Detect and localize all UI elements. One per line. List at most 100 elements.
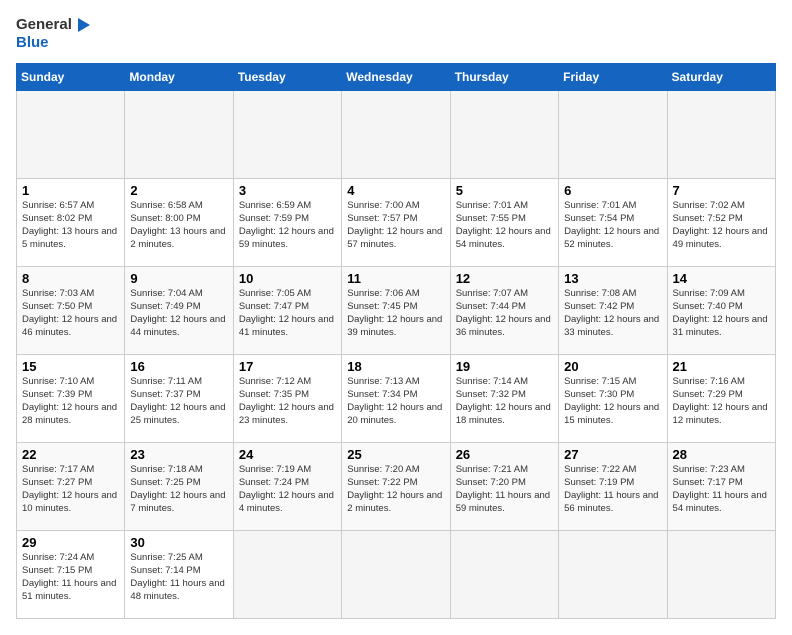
weekday-header: Monday xyxy=(125,64,233,91)
day-number: 29 xyxy=(22,535,119,550)
day-number: 26 xyxy=(456,447,553,462)
calendar-day-cell: 6Sunrise: 7:01 AM Sunset: 7:54 PM Daylig… xyxy=(559,179,667,267)
day-number: 13 xyxy=(564,271,661,286)
calendar-day-cell: 29 Sunrise: 7:24 AM Sunset: 7:15 PM Dayli… xyxy=(17,531,125,619)
calendar-day-cell xyxy=(233,531,341,619)
calendar-day-cell: 30 Sunrise: 7:25 AM Sunset: 7:14 PM Dayli… xyxy=(125,531,233,619)
weekday-header: Friday xyxy=(559,64,667,91)
day-info: Sunrise: 7:16 AM Sunset: 7:29 PM Dayligh… xyxy=(673,376,770,427)
day-info: Sunrise: 7:24 AM Sunset: 7:15 PM Dayligh… xyxy=(22,552,119,603)
calendar-day-cell: 12 Sunrise: 7:07 AM Sunset: 7:44 PM Dayli… xyxy=(450,267,558,355)
calendar-day-cell: 7 Sunrise: 7:02 AM Sunset: 7:52 PM Daylig… xyxy=(667,179,775,267)
day-info: Sunrise: 7:21 AM Sunset: 7:20 PM Dayligh… xyxy=(456,464,553,515)
calendar-day-cell: 16Sunrise: 7:11 AM Sunset: 7:37 PM Dayli… xyxy=(125,355,233,443)
day-number: 24 xyxy=(239,447,336,462)
day-number: 19 xyxy=(456,359,553,374)
weekday-header-row: SundayMondayTuesdayWednesdayThursdayFrid… xyxy=(17,64,776,91)
day-number: 7 xyxy=(673,183,770,198)
calendar-day-cell: 24Sunrise: 7:19 AM Sunset: 7:24 PM Dayli… xyxy=(233,443,341,531)
day-info: Sunrise: 7:00 AM Sunset: 7:57 PM Dayligh… xyxy=(347,200,444,251)
calendar-day-cell: 23Sunrise: 7:18 AM Sunset: 7:25 PM Dayli… xyxy=(125,443,233,531)
calendar-day-cell: 28 Sunrise: 7:23 AM Sunset: 7:17 PM Dayli… xyxy=(667,443,775,531)
calendar-day-cell: 21 Sunrise: 7:16 AM Sunset: 7:29 PM Dayli… xyxy=(667,355,775,443)
day-info: Sunrise: 6:57 AM Sunset: 8:02 PM Dayligh… xyxy=(22,200,119,251)
day-number: 4 xyxy=(347,183,444,198)
calendar-day-cell: 25 Sunrise: 7:20 AM Sunset: 7:22 PM Dayli… xyxy=(342,443,450,531)
day-info: Sunrise: 7:23 AM Sunset: 7:17 PM Dayligh… xyxy=(673,464,770,515)
day-number: 23 xyxy=(130,447,227,462)
day-info: Sunrise: 7:13 AM Sunset: 7:34 PM Dayligh… xyxy=(347,376,444,427)
day-info: Sunrise: 6:58 AM Sunset: 8:00 PM Dayligh… xyxy=(130,200,227,251)
day-number: 25 xyxy=(347,447,444,462)
day-info: Sunrise: 7:06 AM Sunset: 7:45 PM Dayligh… xyxy=(347,288,444,339)
calendar-day-cell xyxy=(667,531,775,619)
weekday-header: Wednesday xyxy=(342,64,450,91)
day-number: 6 xyxy=(564,183,661,198)
day-info: Sunrise: 7:12 AM Sunset: 7:35 PM Dayligh… xyxy=(239,376,336,427)
calendar-day-cell xyxy=(559,531,667,619)
day-number: 8 xyxy=(22,271,119,286)
calendar-day-cell: 22 Sunrise: 7:17 AM Sunset: 7:27 PM Dayli… xyxy=(17,443,125,531)
day-number: 14 xyxy=(673,271,770,286)
calendar-day-cell xyxy=(342,531,450,619)
calendar-day-cell: 26 Sunrise: 7:21 AM Sunset: 7:20 PM Dayli… xyxy=(450,443,558,531)
day-number: 11 xyxy=(347,271,444,286)
day-info: Sunrise: 7:20 AM Sunset: 7:22 PM Dayligh… xyxy=(347,464,444,515)
calendar-day-cell: 8 Sunrise: 7:03 AM Sunset: 7:50 PM Daylig… xyxy=(17,267,125,355)
day-number: 20 xyxy=(564,359,661,374)
day-info: Sunrise: 7:07 AM Sunset: 7:44 PM Dayligh… xyxy=(456,288,553,339)
logo: General Blue xyxy=(16,16,92,51)
calendar-week-row: 1 Sunrise: 6:57 AM Sunset: 8:02 PM Daylig… xyxy=(17,179,776,267)
calendar-day-cell: 4 Sunrise: 7:00 AM Sunset: 7:57 PM Daylig… xyxy=(342,179,450,267)
day-number: 27 xyxy=(564,447,661,462)
day-info: Sunrise: 7:09 AM Sunset: 7:40 PM Dayligh… xyxy=(673,288,770,339)
calendar-day-cell xyxy=(667,91,775,179)
calendar-week-row: 15Sunrise: 7:10 AM Sunset: 7:39 PM Dayli… xyxy=(17,355,776,443)
day-info: Sunrise: 7:08 AM Sunset: 7:42 PM Dayligh… xyxy=(564,288,661,339)
calendar-day-cell xyxy=(559,91,667,179)
calendar-day-cell: 9Sunrise: 7:04 AM Sunset: 7:49 PM Daylig… xyxy=(125,267,233,355)
day-info: Sunrise: 7:15 AM Sunset: 7:30 PM Dayligh… xyxy=(564,376,661,427)
weekday-header: Sunday xyxy=(17,64,125,91)
calendar-day-cell: 20 Sunrise: 7:15 AM Sunset: 7:30 PM Dayli… xyxy=(559,355,667,443)
day-info: Sunrise: 7:14 AM Sunset: 7:32 PM Dayligh… xyxy=(456,376,553,427)
day-number: 30 xyxy=(130,535,227,550)
day-info: Sunrise: 7:10 AM Sunset: 7:39 PM Dayligh… xyxy=(22,376,119,427)
calendar-day-cell: 2 Sunrise: 6:58 AM Sunset: 8:00 PM Daylig… xyxy=(125,179,233,267)
weekday-header: Thursday xyxy=(450,64,558,91)
calendar-week-row: 29 Sunrise: 7:24 AM Sunset: 7:15 PM Dayli… xyxy=(17,531,776,619)
day-number: 17 xyxy=(239,359,336,374)
day-number: 22 xyxy=(22,447,119,462)
day-info: Sunrise: 7:25 AM Sunset: 7:14 PM Dayligh… xyxy=(130,552,227,603)
day-info: Sunrise: 7:05 AM Sunset: 7:47 PM Dayligh… xyxy=(239,288,336,339)
calendar-day-cell: 11 Sunrise: 7:06 AM Sunset: 7:45 PM Dayli… xyxy=(342,267,450,355)
calendar-day-cell: 1 Sunrise: 6:57 AM Sunset: 8:02 PM Daylig… xyxy=(17,179,125,267)
calendar-day-cell: 17 Sunrise: 7:12 AM Sunset: 7:35 PM Dayli… xyxy=(233,355,341,443)
day-info: Sunrise: 7:22 AM Sunset: 7:19 PM Dayligh… xyxy=(564,464,661,515)
day-number: 21 xyxy=(673,359,770,374)
weekday-header: Saturday xyxy=(667,64,775,91)
calendar-day-cell xyxy=(450,91,558,179)
calendar-day-cell: 27 Sunrise: 7:22 AM Sunset: 7:19 PM Dayli… xyxy=(559,443,667,531)
calendar-week-row: 22 Sunrise: 7:17 AM Sunset: 7:27 PM Dayli… xyxy=(17,443,776,531)
day-info: Sunrise: 7:01 AM Sunset: 7:55 PM Dayligh… xyxy=(456,200,553,251)
day-info: Sunrise: 7:11 AM Sunset: 7:37 PM Dayligh… xyxy=(130,376,227,427)
weekday-header: Tuesday xyxy=(233,64,341,91)
day-number: 28 xyxy=(673,447,770,462)
day-info: Sunrise: 7:02 AM Sunset: 7:52 PM Dayligh… xyxy=(673,200,770,251)
day-info: Sunrise: 7:03 AM Sunset: 7:50 PM Dayligh… xyxy=(22,288,119,339)
day-info: Sunrise: 7:17 AM Sunset: 7:27 PM Dayligh… xyxy=(22,464,119,515)
logo-text-block: General Blue xyxy=(16,16,92,51)
day-number: 3 xyxy=(239,183,336,198)
day-number: 2 xyxy=(130,183,227,198)
calendar-day-cell: 14 Sunrise: 7:09 AM Sunset: 7:40 PM Dayli… xyxy=(667,267,775,355)
day-info: Sunrise: 7:04 AM Sunset: 7:49 PM Dayligh… xyxy=(130,288,227,339)
calendar-day-cell: 3Sunrise: 6:59 AM Sunset: 7:59 PM Daylig… xyxy=(233,179,341,267)
day-number: 1 xyxy=(22,183,119,198)
day-number: 12 xyxy=(456,271,553,286)
calendar-week-row: 8 Sunrise: 7:03 AM Sunset: 7:50 PM Daylig… xyxy=(17,267,776,355)
calendar-table: SundayMondayTuesdayWednesdayThursdayFrid… xyxy=(16,63,776,619)
calendar-week-row xyxy=(17,91,776,179)
calendar-day-cell: 19 Sunrise: 7:14 AM Sunset: 7:32 PM Dayli… xyxy=(450,355,558,443)
calendar-day-cell: 10Sunrise: 7:05 AM Sunset: 7:47 PM Dayli… xyxy=(233,267,341,355)
